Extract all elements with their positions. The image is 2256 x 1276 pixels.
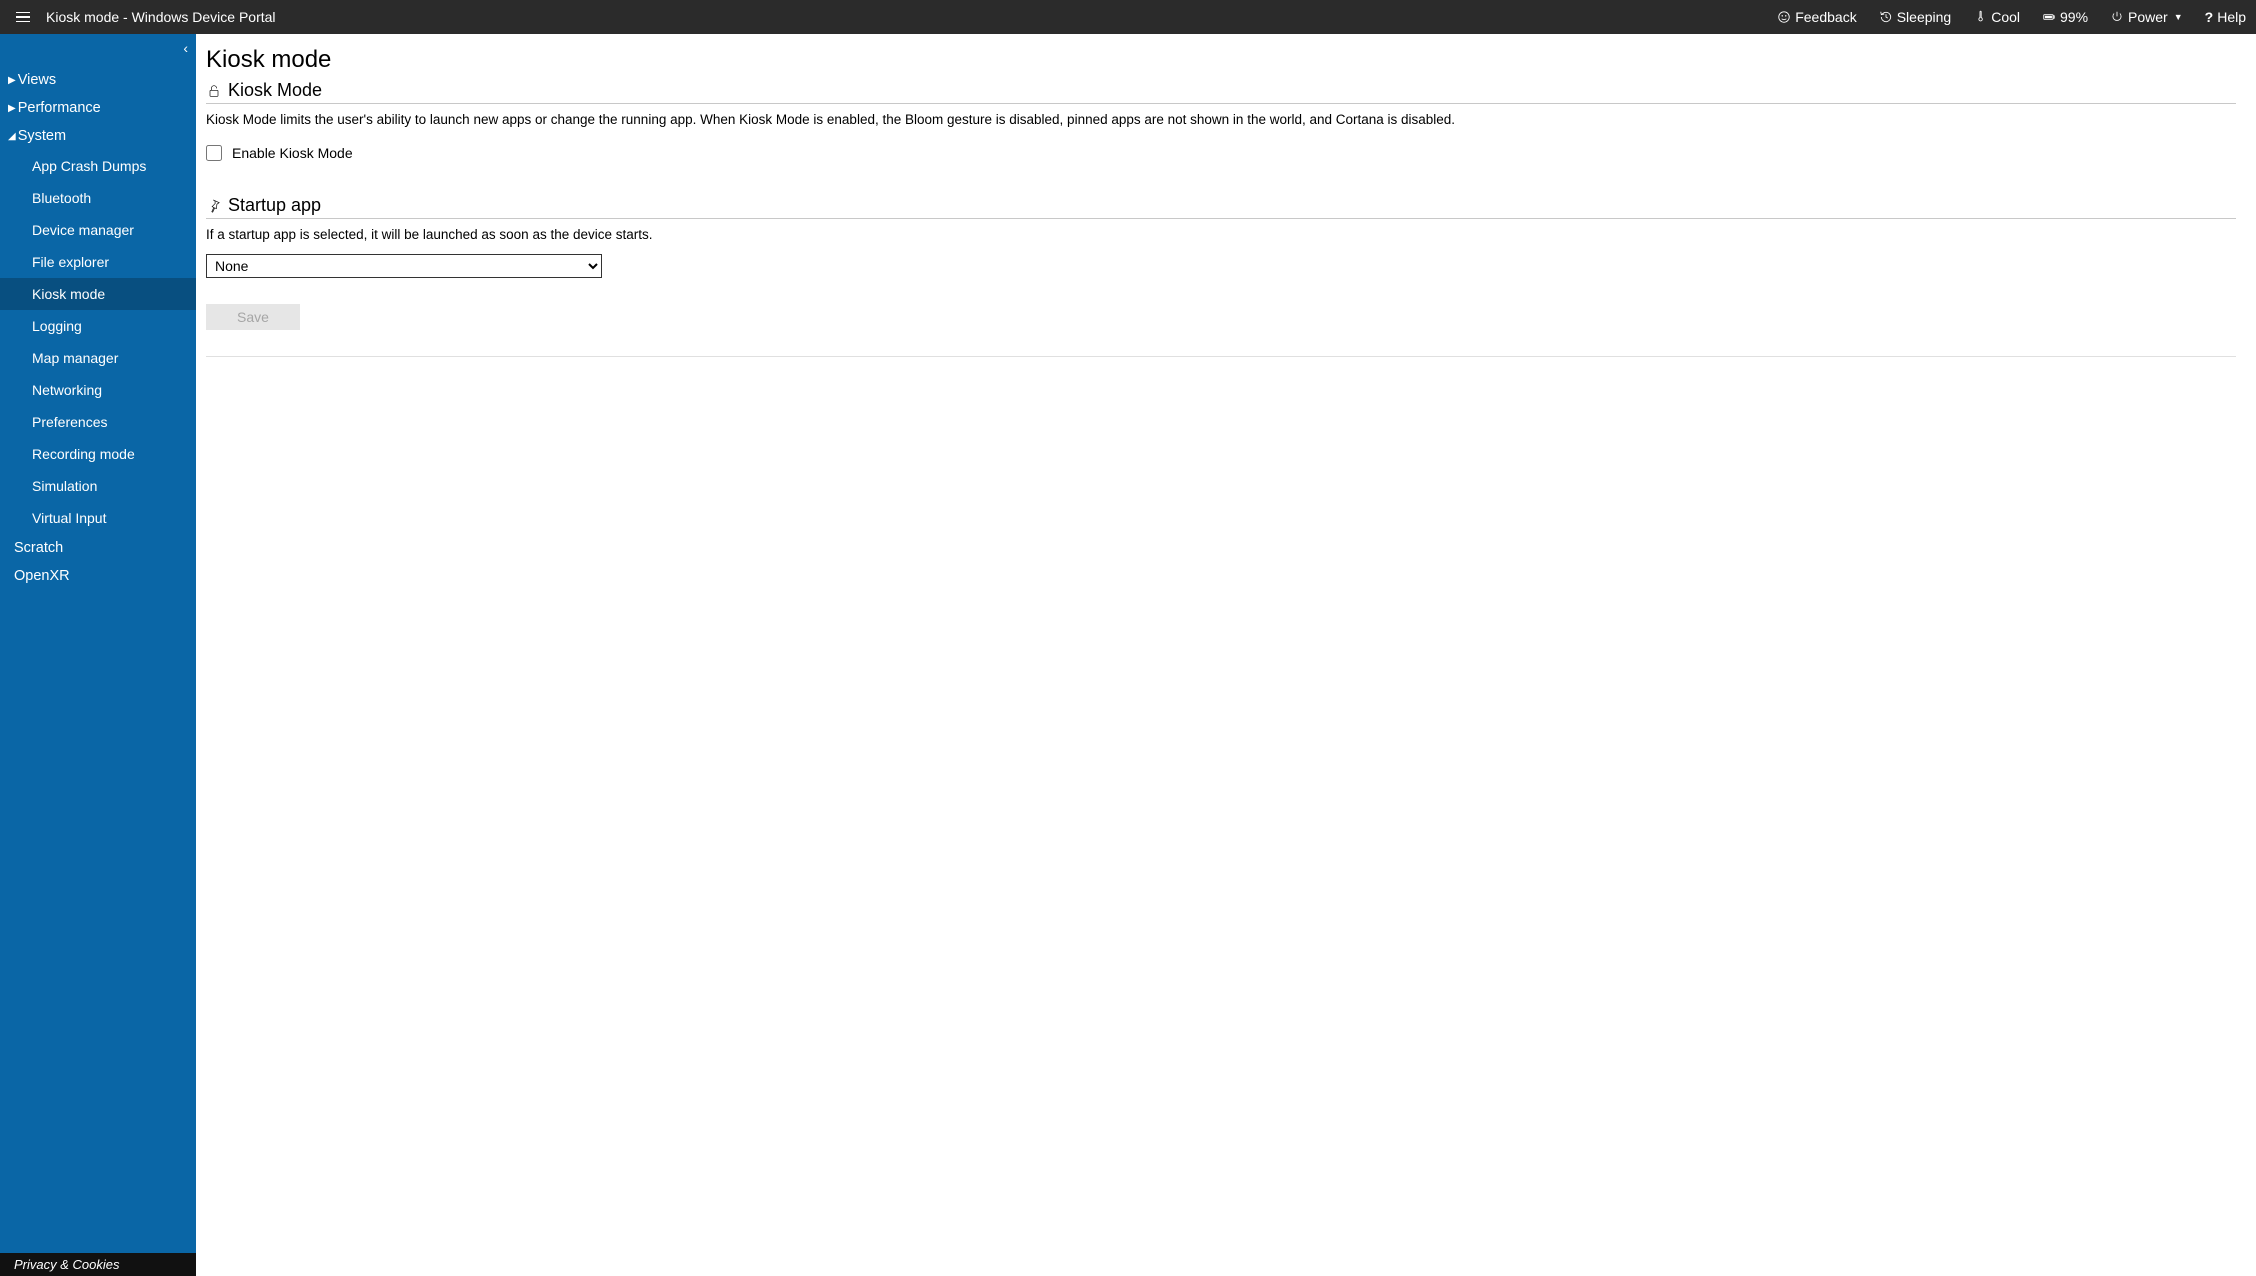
startup-app-select[interactable]: None [206, 254, 602, 278]
page-window-title: Kiosk mode - Windows Device Portal [46, 9, 276, 25]
power-label: Power [2128, 9, 2168, 25]
temperature-status[interactable]: Cool [1973, 9, 2020, 25]
save-button[interactable]: Save [206, 304, 300, 330]
chevron-right-icon: ▶ [8, 103, 16, 114]
cool-label: Cool [1991, 9, 2020, 25]
sidebar-item-preferences[interactable]: Preferences [0, 406, 196, 438]
sidebar-item-simulation[interactable]: Simulation [0, 470, 196, 502]
privacy-cookies-link[interactable]: Privacy & Cookies [0, 1253, 196, 1276]
sidebar: ‹ ▶ Views ▶ Performance ◢ System App Cra… [0, 34, 196, 1276]
thermometer-icon [1973, 10, 1987, 24]
sleeping-label: Sleeping [1897, 9, 1952, 25]
chevron-right-icon: ▶ [8, 75, 16, 86]
hamburger-menu-icon[interactable] [10, 6, 36, 29]
lock-icon [206, 83, 222, 99]
kiosk-mode-section-header: Kiosk Mode [206, 80, 2236, 104]
sidebar-item-logging[interactable]: Logging [0, 310, 196, 342]
sidebar-group-label: System [18, 128, 66, 144]
section-divider [206, 356, 2236, 357]
pin-icon [206, 198, 222, 214]
sidebar-item-bluetooth[interactable]: Bluetooth [0, 182, 196, 214]
sidebar-collapse-button[interactable]: ‹ [0, 38, 196, 66]
sidebar-item-networking[interactable]: Networking [0, 374, 196, 406]
sidebar-item-app-crash-dumps[interactable]: App Crash Dumps [0, 150, 196, 182]
battery-label: 99% [2060, 9, 2088, 25]
dropdown-caret-icon: ▼ [2174, 12, 2183, 22]
help-button[interactable]: ? Help [2205, 9, 2246, 25]
battery-status[interactable]: 99% [2042, 9, 2088, 25]
sidebar-item-kiosk-mode[interactable]: Kiosk mode [0, 278, 196, 310]
feedback-button[interactable]: Feedback [1777, 9, 1856, 25]
chevron-left-icon: ‹ [183, 40, 188, 56]
feedback-label: Feedback [1795, 9, 1856, 25]
kiosk-mode-description: Kiosk Mode limits the user's ability to … [206, 112, 2236, 127]
sidebar-item-file-explorer[interactable]: File explorer [0, 246, 196, 278]
sidebar-group-views[interactable]: ▶ Views [0, 66, 196, 94]
main-content: Kiosk mode Kiosk Mode Kiosk Mode limits … [196, 34, 2256, 1276]
battery-icon [2042, 10, 2056, 24]
sidebar-group-label: Views [18, 72, 56, 88]
top-header: Kiosk mode - Windows Device Portal Feedb… [0, 0, 2256, 34]
sidebar-item-device-manager[interactable]: Device manager [0, 214, 196, 246]
kiosk-mode-section-title: Kiosk Mode [228, 80, 322, 101]
startup-app-section-header: Startup app [206, 195, 2236, 219]
page-title: Kiosk mode [206, 46, 2236, 74]
sidebar-item-virtual-input[interactable]: Virtual Input [0, 502, 196, 534]
startup-app-description: If a startup app is selected, it will be… [206, 227, 2236, 242]
sidebar-group-performance[interactable]: ▶ Performance [0, 94, 196, 122]
sidebar-group-system[interactable]: ◢ System [0, 122, 196, 150]
power-icon [2110, 10, 2124, 24]
question-icon: ? [2205, 9, 2214, 25]
sidebar-group-label: Performance [18, 100, 101, 116]
help-label: Help [2217, 9, 2246, 25]
startup-app-section-title: Startup app [228, 195, 321, 216]
sidebar-item-scratch[interactable]: Scratch [0, 534, 196, 562]
sleeping-status[interactable]: Sleeping [1879, 9, 1952, 25]
sidebar-item-openxr[interactable]: OpenXR [0, 562, 196, 590]
sidebar-item-map-manager[interactable]: Map manager [0, 342, 196, 374]
chevron-down-icon: ◢ [8, 131, 16, 142]
history-icon [1879, 10, 1893, 24]
power-menu[interactable]: Power ▼ [2110, 9, 2183, 25]
sidebar-item-recording-mode[interactable]: Recording mode [0, 438, 196, 470]
smile-icon [1777, 10, 1791, 24]
enable-kiosk-label[interactable]: Enable Kiosk Mode [232, 145, 353, 161]
enable-kiosk-checkbox[interactable] [206, 145, 222, 161]
